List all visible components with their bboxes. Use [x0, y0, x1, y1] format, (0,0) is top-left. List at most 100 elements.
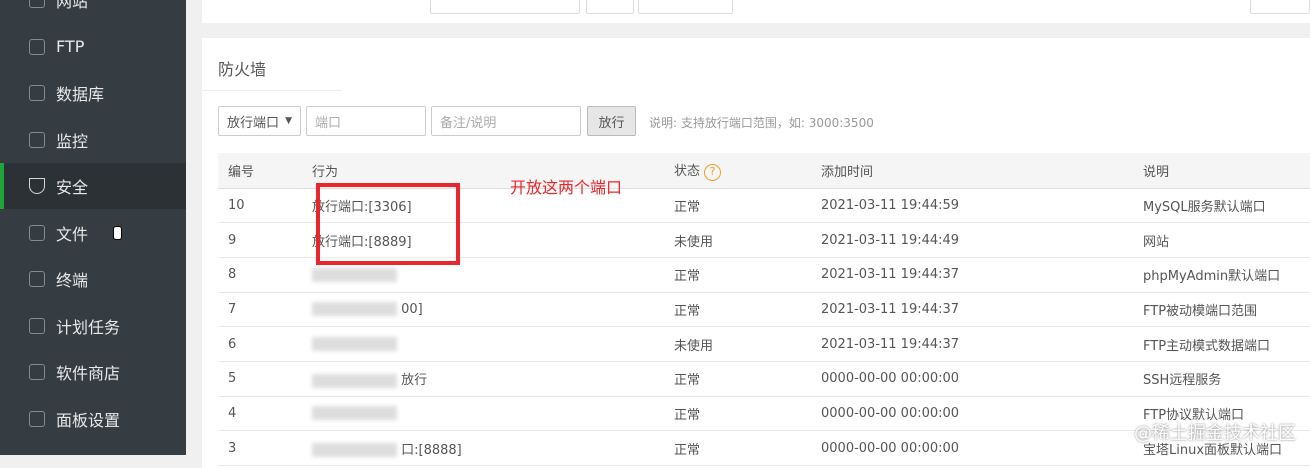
cell-time: 2021-03-11 19:44:37 — [821, 257, 1143, 293]
col-time: 添加时间 — [821, 153, 1143, 189]
cell-id: 8 — [218, 257, 312, 293]
remark-input[interactable]: 备注/说明 — [431, 106, 581, 136]
sidebar-item[interactable]: 文件 — [0, 210, 186, 256]
sidebar-item-label: 网站 — [56, 0, 89, 11]
hint-text: 说明: 支持放行端口范围，如: 3000:3500 — [649, 116, 874, 130]
col-id: 编号 — [218, 153, 312, 189]
cell-status: 正常 — [674, 430, 821, 466]
sidebar-item-label: 终端 — [56, 271, 89, 290]
table-row: 6 未使用 2021-03-11 19:44:37 FTP主动模式数据端口 — [218, 326, 1310, 362]
action-text: 口:[8888] — [401, 442, 462, 458]
annotation-text: 开放这两个端口 — [510, 178, 623, 197]
cell-time: 2021-03-11 19:44:59 — [821, 188, 1143, 224]
sidebar-item-label: 监控 — [56, 131, 89, 151]
port-placeholder: 端口 — [315, 115, 342, 131]
cell-desc: FTP主动模式数据端口 — [1143, 326, 1310, 362]
cell-time: 2021-03-11 19:44:37 — [821, 292, 1143, 328]
nav-icon — [29, 364, 45, 380]
nav-icon — [29, 131, 45, 148]
help-icon[interactable]: ? — [704, 163, 722, 181]
nav-icon — [29, 38, 45, 55]
cell-status: 正常 — [674, 292, 821, 328]
col-status-label: 状态 — [674, 163, 701, 179]
cell-status: 正常 — [674, 188, 821, 224]
cell-action — [312, 396, 674, 432]
cell-status: 正常 — [674, 396, 821, 432]
cell-time: 2021-03-11 19:44:37 — [821, 326, 1143, 362]
cell-action: 口:[8888] — [312, 430, 674, 466]
nav-icon — [29, 178, 45, 194]
cell-desc: FTP被动模端口范围 — [1143, 292, 1310, 328]
redacted-block — [312, 373, 397, 388]
sidebar-item[interactable]: FTP — [0, 24, 186, 70]
cell-id: 5 — [218, 361, 312, 397]
cell-status: 未使用 — [674, 222, 821, 258]
nav-icon — [29, 85, 45, 101]
sidebar-item[interactable]: 网站 — [0, 0, 186, 23]
cell-id: 6 — [218, 326, 312, 362]
allow-button[interactable]: 放行 — [587, 106, 636, 136]
cell-id: 7 — [218, 292, 312, 328]
highlight-box — [316, 183, 460, 265]
cell-action — [312, 326, 674, 362]
remark-placeholder: 备注/说明 — [440, 115, 497, 131]
action-text: 放行 — [401, 373, 428, 389]
redacted-block — [312, 267, 397, 282]
cell-time: 0000-00-00 00:00:00 — [821, 430, 1143, 466]
top-control[interactable] — [586, 0, 634, 14]
cell-action: 00] — [312, 292, 674, 328]
divider — [202, 90, 342, 91]
redacted-block — [312, 443, 397, 458]
nav-icon — [29, 0, 45, 8]
redacted-block — [312, 302, 397, 317]
sidebar-item-label: 安全 — [56, 178, 89, 197]
sidebar-item[interactable]: 安全 — [0, 163, 186, 209]
sidebar-item-label: 数据库 — [56, 85, 105, 104]
sidebar-item-label: FTP — [56, 37, 85, 56]
top-card — [202, 0, 1310, 23]
top-control[interactable] — [430, 0, 580, 14]
chevron-down-icon: ▼ — [285, 116, 292, 126]
watermark: @稀土掘金技术社区 — [1134, 423, 1296, 444]
nav-icon — [29, 224, 45, 241]
sidebar-item-label: 软件商店 — [56, 364, 121, 383]
nav-icon — [29, 317, 45, 334]
sidebar-item[interactable]: 数据库 — [0, 70, 186, 116]
top-control[interactable] — [638, 0, 733, 14]
cell-time: 0000-00-00 00:00:00 — [821, 361, 1143, 397]
cell-desc: MySQL服务默认端口 — [1143, 188, 1310, 224]
sidebar-item-label: 文件 — [56, 224, 89, 244]
cell-id: 4 — [218, 396, 312, 432]
mouse-cursor-icon — [113, 226, 122, 240]
nav-icon — [29, 271, 45, 287]
cell-action: 放行 — [312, 361, 674, 397]
table-row: 7 00] 正常 2021-03-11 19:44:37 FTP被动模端口范围 — [218, 292, 1310, 328]
select-value: 放行端口 — [227, 115, 280, 131]
sidebar: 网站 FTP 数据库监控安全文件终端计划任务软件商店面板设置 — [0, 0, 186, 455]
sidebar-item[interactable]: 计划任务 — [0, 303, 186, 349]
cell-desc: SSH远程服务 — [1143, 361, 1310, 397]
cell-id: 9 — [218, 222, 312, 258]
cell-desc: 网站 — [1143, 222, 1310, 258]
cell-id: 10 — [218, 188, 312, 224]
cell-status: 正常 — [674, 361, 821, 397]
page-title: 防火墙 — [218, 60, 267, 79]
redacted-block — [312, 337, 397, 352]
table-row: 5 放行 正常 0000-00-00 00:00:00 SSH远程服务 — [218, 361, 1310, 397]
col-status: 状态? — [674, 153, 821, 189]
port-input[interactable]: 端口 — [306, 106, 426, 136]
cell-time: 0000-00-00 00:00:00 — [821, 396, 1143, 432]
sidebar-item-label: 面板设置 — [56, 410, 121, 430]
sidebar-item-label: 计划任务 — [56, 317, 121, 337]
sidebar-item[interactable]: 监控 — [0, 117, 186, 163]
top-control[interactable] — [1250, 0, 1310, 14]
nav-icon — [29, 410, 45, 427]
cell-status: 正常 — [674, 257, 821, 293]
sidebar-item[interactable]: 终端 — [0, 256, 186, 302]
action-text: 00] — [401, 301, 423, 317]
redacted-block — [312, 406, 397, 421]
action-select[interactable]: 放行端口 ▼ — [218, 106, 301, 136]
cell-status: 未使用 — [674, 326, 821, 362]
sidebar-item[interactable]: 面板设置 — [0, 396, 186, 442]
sidebar-item[interactable]: 软件商店 — [0, 349, 186, 395]
